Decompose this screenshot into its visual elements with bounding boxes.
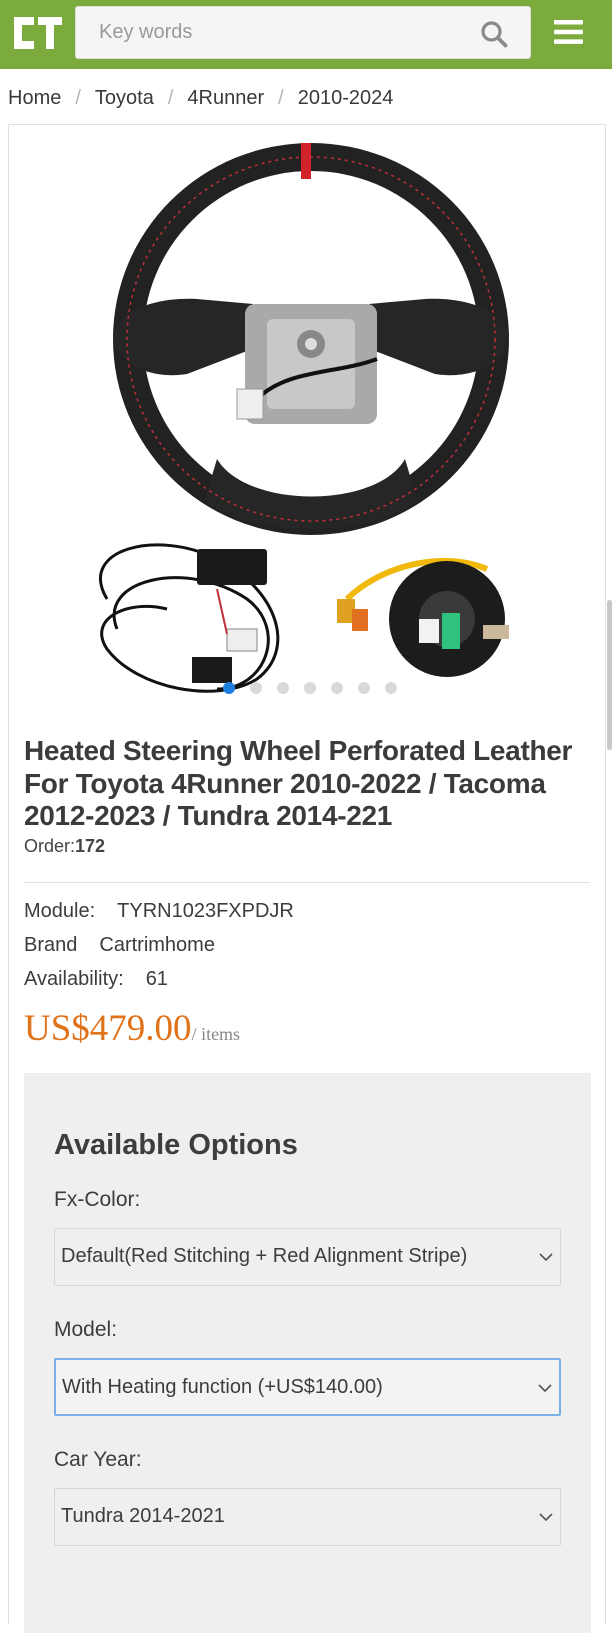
options-heading: Available Options — [54, 1129, 298, 1161]
gallery-dot[interactable] — [331, 682, 343, 694]
car-year-select[interactable]: Tundra 2014-2021 — [54, 1488, 561, 1546]
price-unit: / items — [191, 1024, 241, 1044]
spec-value: 61 — [145, 968, 168, 990]
spec-brand: Brand Cartrimhome — [24, 934, 215, 957]
fx-color-select[interactable]: Default(Red Stitching + Red Alignment St… — [54, 1228, 561, 1286]
clock-spring-image — [337, 558, 509, 677]
model-select[interactable]: With Heating function (+US$140.00) — [54, 1358, 561, 1416]
product-image — [99, 143, 509, 693]
gallery-dot[interactable] — [277, 682, 289, 694]
hamburger-menu-icon[interactable] — [554, 19, 583, 45]
spec-module: Module: TYRN1023FXPDJR — [24, 900, 294, 923]
chevron-down-icon — [538, 1384, 552, 1393]
breadcrumb: Home / Toyota / 4Runner / 2010-2024 — [8, 84, 393, 112]
gallery-pagination — [17, 682, 603, 694]
top-header — [0, 0, 612, 69]
gallery-dot[interactable] — [385, 682, 397, 694]
gallery-dot[interactable] — [223, 682, 235, 694]
ct-logo[interactable] — [12, 13, 64, 53]
gallery-dot[interactable] — [250, 682, 262, 694]
gallery-dot[interactable] — [358, 682, 370, 694]
spec-value: TYRN1023FXPDJR — [117, 900, 294, 922]
search-icon[interactable] — [480, 20, 508, 48]
spec-label: Module: — [24, 900, 96, 922]
search-box — [75, 6, 531, 59]
steering-wheel-image — [113, 143, 509, 535]
search-input[interactable] — [76, 7, 530, 58]
chevron-down-icon — [539, 1513, 553, 1522]
option-label-model: Model: — [54, 1318, 118, 1341]
breadcrumb-4runner[interactable]: 4Runner — [187, 87, 264, 110]
price-amount: US$479.00 — [24, 1008, 192, 1049]
product-title: Heated Steering Wheel Perforated Leather… — [24, 735, 573, 831]
gallery-dot[interactable] — [304, 682, 316, 694]
divider — [24, 882, 590, 883]
select-value: Tundra 2014-2021 — [61, 1505, 225, 1527]
breadcrumb-toyota[interactable]: Toyota — [95, 87, 154, 110]
wiring-harness-image — [99, 543, 280, 693]
spec-label: Availability: — [24, 968, 124, 990]
order-label: Order: — [24, 836, 76, 856]
product-image-gallery[interactable] — [17, 129, 603, 711]
available-options-panel: Available Options Fx-Color: Default(Red … — [24, 1073, 591, 1633]
breadcrumb-home[interactable]: Home — [8, 87, 61, 110]
select-value: Default(Red Stitching + Red Alignment St… — [61, 1245, 468, 1267]
chevron-down-icon — [539, 1253, 553, 1262]
price: US$479.00/ items — [24, 1007, 240, 1050]
select-value: With Heating function (+US$140.00) — [62, 1376, 383, 1398]
breadcrumb-year-range[interactable]: 2010-2024 — [298, 87, 394, 110]
order-value: 172 — [75, 836, 106, 856]
breadcrumb-separator: / — [278, 86, 284, 109]
option-label-car-year: Car Year: — [54, 1448, 142, 1471]
option-label-fx-color: Fx-Color: — [54, 1188, 141, 1211]
spec-value[interactable]: Cartrimhome — [99, 934, 215, 956]
spec-availability: Availability: 61 — [24, 968, 168, 991]
page-scrollbar[interactable] — [607, 600, 612, 750]
breadcrumb-separator: / — [75, 86, 81, 109]
spec-label: Brand — [24, 934, 78, 956]
product-card: Heated Steering Wheel Perforated Leather… — [8, 124, 606, 1633]
breadcrumb-separator: / — [167, 86, 174, 109]
order-count: Order:172 — [24, 836, 105, 857]
